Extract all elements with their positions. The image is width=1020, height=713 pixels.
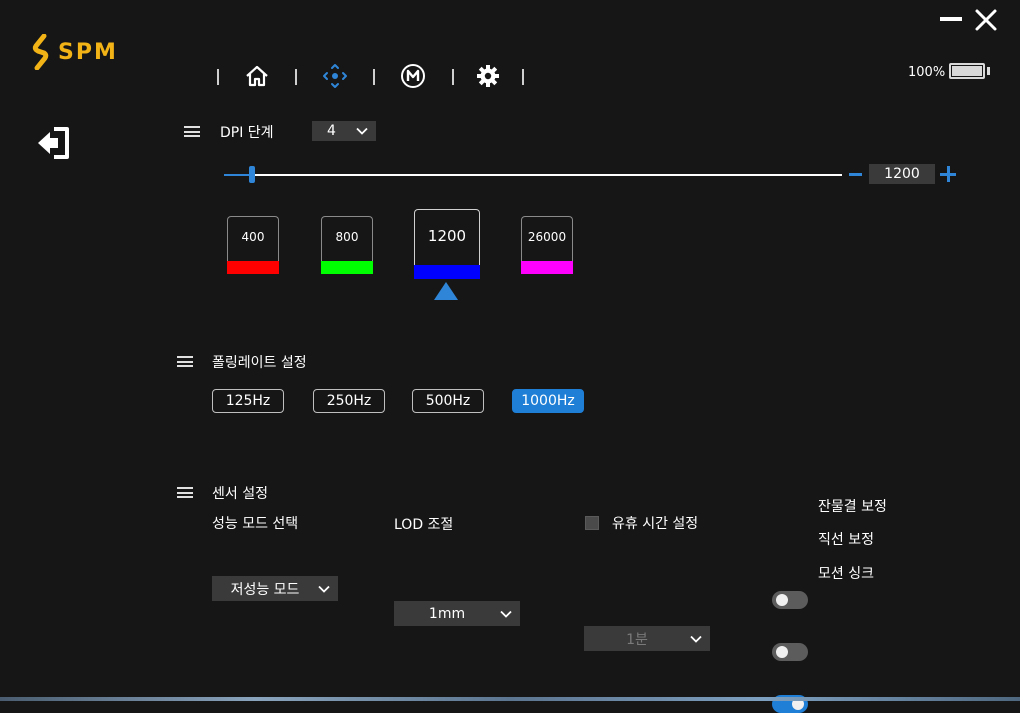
menu-icon (184, 126, 200, 137)
dpi-slider-track[interactable] (224, 174, 842, 176)
dpi-stage-card[interactable]: 400 (227, 216, 279, 274)
straight-line-correction-toggle[interactable] (772, 643, 808, 661)
nav-separator (217, 69, 219, 85)
ripple-correction-toggle[interactable] (772, 591, 808, 609)
dpi-stage-value: 26000 (527, 230, 567, 244)
toggle-knob (776, 594, 788, 606)
idle-time-checkbox[interactable] (585, 516, 599, 530)
dpi-stage-color-bar (521, 261, 573, 274)
idle-time-label: 유휴 시간 설정 (612, 516, 699, 532)
polling-500hz-button[interactable]: 500Hz (412, 389, 484, 413)
gear-icon[interactable] (475, 62, 501, 90)
battery-percent: 100% (908, 65, 946, 80)
polling-125hz-button[interactable]: 125Hz (212, 389, 284, 413)
dpi-crosshair-icon[interactable] (322, 62, 348, 90)
battery-tip (987, 67, 990, 75)
battery-fill (952, 66, 982, 76)
dpi-stage-value: 800 (335, 230, 359, 244)
idle-time-select[interactable]: 1분 (584, 626, 710, 651)
selected-stage-pointer-icon (434, 282, 458, 300)
performance-mode-select[interactable]: 저성능 모드 (212, 576, 338, 601)
polling-1000hz-button[interactable]: 1000Hz (512, 389, 584, 413)
back-icon[interactable] (36, 126, 72, 160)
polling-section-title: 폴링레이트 설정 (212, 355, 307, 371)
chevron-down-icon (500, 610, 512, 618)
chevron-down-icon (318, 585, 330, 593)
performance-mode-value: 저성능 모드 (230, 581, 300, 598)
spm-logo-icon (32, 34, 49, 70)
nav-separator (522, 69, 524, 85)
polling-250hz-button[interactable]: 250Hz (313, 389, 385, 413)
home-icon[interactable] (244, 62, 270, 90)
chevron-down-icon (690, 635, 702, 643)
dpi-stage-card[interactable]: 800 (321, 216, 373, 274)
lod-value: 1mm (428, 605, 466, 622)
dpi-stage-color-bar (227, 261, 279, 274)
lod-select[interactable]: 1mm (394, 601, 520, 626)
menu-icon (177, 356, 193, 367)
chevron-down-icon (356, 127, 368, 135)
lod-label: LOD 조절 (394, 517, 454, 533)
logo-text: SPM (58, 39, 118, 65)
dpi-slider-thumb[interactable] (249, 166, 255, 183)
dpi-stage-value: 1200 (427, 227, 467, 245)
nav-separator (295, 69, 297, 85)
dpi-stage-card[interactable]: 26000 (521, 216, 573, 274)
dpi-stage-color-bar (414, 265, 480, 279)
minimize-icon[interactable] (940, 17, 962, 21)
dpi-section-title: DPI 단계 (220, 125, 274, 141)
taskbar-edge (0, 697, 1020, 701)
nav-separator (452, 69, 454, 85)
toggle-knob (776, 646, 788, 658)
motion-sync-label: 모션 싱크 (818, 566, 874, 582)
nav-separator (373, 69, 375, 85)
battery-icon (949, 63, 985, 79)
dpi-decrease-button[interactable] (849, 173, 862, 176)
spm-logo: SPM (30, 34, 118, 70)
ripple-correction-label: 잔물결 보정 (818, 499, 887, 515)
straight-line-correction-label: 직선 보정 (818, 532, 874, 548)
dpi-stage-count-select[interactable]: 4 (312, 121, 376, 141)
dpi-stage-count-value: 4 (327, 123, 336, 139)
close-icon[interactable] (974, 8, 998, 32)
dpi-stage-card-selected[interactable]: 1200 (414, 209, 480, 279)
macro-m-icon[interactable] (400, 62, 426, 90)
sensor-section-title: 센서 설정 (212, 486, 268, 502)
dpi-increase-button[interactable] (940, 166, 956, 182)
dpi-value-input[interactable]: 1200 (869, 164, 935, 184)
dpi-stage-color-bar (321, 261, 373, 274)
dpi-stage-value: 400 (241, 230, 265, 244)
idle-time-value: 1분 (626, 631, 648, 648)
performance-mode-label: 성능 모드 선택 (212, 516, 299, 532)
dpi-slider-fill (224, 174, 252, 176)
menu-icon (177, 487, 193, 498)
